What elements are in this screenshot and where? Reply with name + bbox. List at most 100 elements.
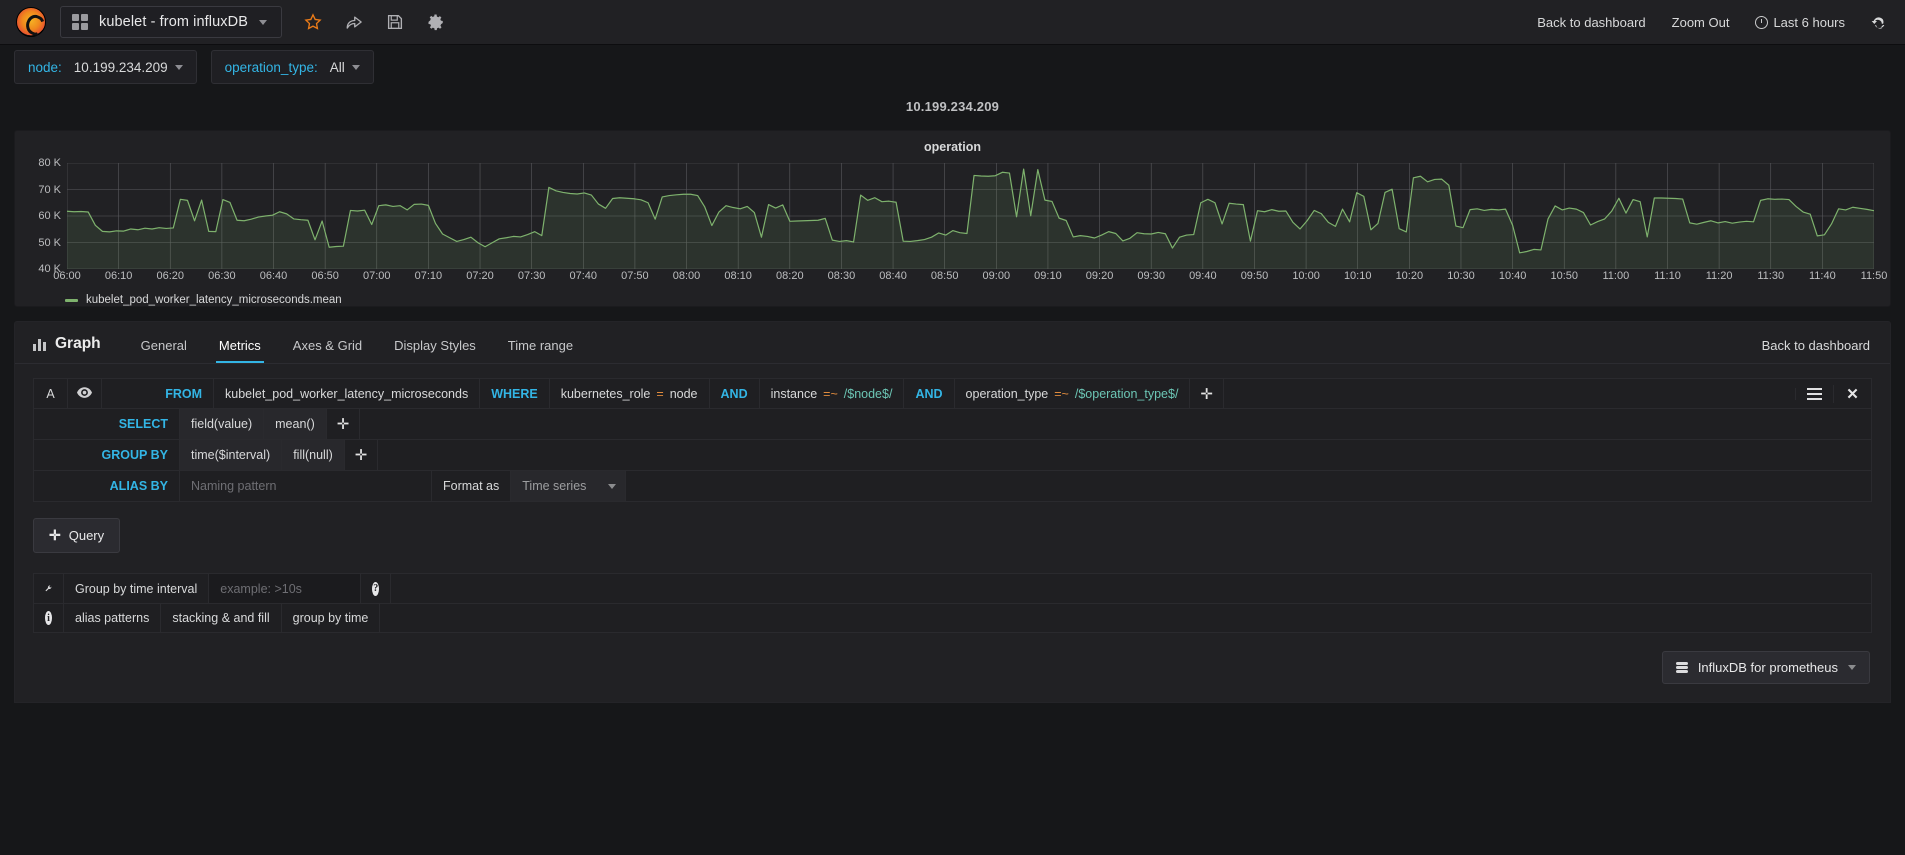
query-format-as-label: Format as xyxy=(432,471,512,501)
x-axis-tick: 07:20 xyxy=(466,270,494,282)
y-axis-tick: 70 K xyxy=(38,183,61,196)
group-by-time-interval-row: Group by time interval example: >10s ? xyxy=(33,573,1872,603)
template-var-node-label: node: xyxy=(28,59,62,75)
group-by-time-interval-help-button[interactable]: ? xyxy=(361,574,392,603)
template-var-node-value[interactable]: 10.199.234.209 xyxy=(74,60,183,75)
x-axis-tick: 06:40 xyxy=(259,270,288,282)
legend-series-label[interactable]: kubelet_pod_worker_latency_microseconds.… xyxy=(86,294,342,306)
time-range-picker[interactable]: Last 6 hours xyxy=(1755,15,1845,30)
x-axis-tick: 08:50 xyxy=(930,270,959,282)
y-axis-tick: 50 K xyxy=(38,236,61,249)
chevron-down-icon xyxy=(608,483,617,489)
editor-panel-type-label: Graph xyxy=(55,335,101,352)
template-var-node[interactable]: node: 10.199.234.209 xyxy=(14,50,197,84)
query-alias-by-row: ALIAS BY Naming pattern Format as Time s… xyxy=(33,471,1872,502)
query-condition-1-value[interactable]: /$node$/ xyxy=(844,387,893,401)
query-group-by-part-fill[interactable]: fill(null) xyxy=(282,440,345,470)
navbar-action-icons xyxy=(304,13,445,31)
query-condition-2[interactable]: operation_type =~ /$operation_type$/ xyxy=(955,379,1191,408)
group-by-time-interval-spacer xyxy=(391,574,1871,603)
x-axis-tick: 11:00 xyxy=(1602,270,1630,282)
editor-panel-type: Graph xyxy=(33,335,125,363)
query-condition-2-prefix[interactable]: AND xyxy=(904,379,955,408)
query-ref-id[interactable]: A xyxy=(34,379,68,408)
refresh-icon[interactable] xyxy=(1871,15,1887,31)
help-link-stacking-and-fill[interactable]: stacking & and fill xyxy=(161,604,282,632)
query-condition-1[interactable]: instance =~ /$node$/ xyxy=(760,379,905,408)
query-condition-2-value[interactable]: /$operation_type$/ xyxy=(1075,387,1179,401)
navbar-right-controls: Back to dashboard Zoom Out Last 6 hours xyxy=(1537,0,1887,45)
query-condition-0-value[interactable]: node xyxy=(670,387,698,401)
query-format-as-select[interactable]: Time series xyxy=(511,471,627,501)
close-icon: ✕ xyxy=(1846,385,1859,403)
share-icon[interactable] xyxy=(345,13,363,31)
help-links-spacer xyxy=(380,604,1871,632)
panel-editor: Graph General Metrics Axes & Grid Displa… xyxy=(14,321,1891,703)
x-axis-tick: 06:10 xyxy=(104,270,133,282)
query-menu-button[interactable] xyxy=(1795,387,1833,400)
x-axis-tick: 10:40 xyxy=(1498,270,1527,282)
tab-general[interactable]: General xyxy=(125,339,203,363)
chevron-down-icon xyxy=(174,64,183,70)
query-measurement[interactable]: kubelet_pod_worker_latency_microseconds xyxy=(214,379,481,408)
query-select-row-spacer xyxy=(360,409,1871,439)
help-link-alias-patterns[interactable]: alias patterns xyxy=(64,604,162,632)
template-var-operation-type[interactable]: operation_type: All xyxy=(210,50,374,84)
x-axis-tick: 09:50 xyxy=(1240,270,1269,282)
x-axis-tick: 09:00 xyxy=(982,270,1011,282)
datasource-name: InfluxDB for prometheus xyxy=(1697,660,1838,675)
zoom-out-button[interactable]: Zoom Out xyxy=(1672,15,1730,30)
template-var-operation-type-value[interactable]: All xyxy=(330,60,360,75)
add-query-button[interactable]: ✛ Query xyxy=(33,518,121,553)
query-condition-1-operator[interactable]: =~ xyxy=(817,387,844,401)
add-select-part-button[interactable]: ✛ xyxy=(327,409,361,439)
tab-axes-grid[interactable]: Axes & Grid xyxy=(277,339,378,363)
database-icon xyxy=(1675,662,1688,673)
x-axis-tick: 08:30 xyxy=(827,270,856,282)
x-axis-tick: 08:20 xyxy=(776,270,804,282)
add-group-by-part-button[interactable]: ✛ xyxy=(345,440,379,470)
chart-plot[interactable] xyxy=(67,163,1874,269)
query-remove-button[interactable]: ✕ xyxy=(1833,384,1871,403)
panel-title[interactable]: operation xyxy=(23,137,1882,154)
query-select-part-field[interactable]: field(value) xyxy=(180,409,265,439)
query-select-part-mean[interactable]: mean() xyxy=(264,409,327,439)
x-axis-tick: 09:20 xyxy=(1085,270,1114,282)
grafana-logo-icon[interactable] xyxy=(16,7,46,37)
back-to-dashboard-link[interactable]: Back to dashboard xyxy=(1537,15,1645,30)
plus-icon: ✛ xyxy=(49,527,61,543)
x-axis-tick: 07:40 xyxy=(569,270,598,282)
group-by-time-interval-input[interactable]: example: >10s xyxy=(209,574,362,603)
wrench-icon xyxy=(34,574,64,603)
group-by-time-interval-label: Group by time interval xyxy=(64,574,210,603)
dashboard-picker[interactable]: kubelet - from influxDB xyxy=(60,6,282,38)
star-icon[interactable] xyxy=(304,13,322,31)
query-group-by-row: GROUP BY time($interval) fill(null) ✛ xyxy=(33,440,1872,471)
query-builder: A FROM kubelet_pod_worker_latency_micros… xyxy=(15,364,1890,502)
gear-icon[interactable] xyxy=(427,13,445,31)
query-condition-2-operator[interactable]: =~ xyxy=(1048,387,1075,401)
query-group-by-part-time[interactable]: time($interval) xyxy=(180,440,283,470)
tab-metrics[interactable]: Metrics xyxy=(203,339,277,363)
template-variables-bar: node: 10.199.234.209 operation_type: All xyxy=(0,45,1905,89)
tab-time-range[interactable]: Time range xyxy=(492,339,589,363)
add-where-condition-button[interactable]: ✛ xyxy=(1190,379,1224,408)
chart-legend: kubelet_pod_worker_latency_microseconds.… xyxy=(23,285,1882,306)
query-alias-by-input-wrap[interactable]: Naming pattern xyxy=(180,471,432,501)
help-link-group-by-time[interactable]: group by time xyxy=(282,604,381,632)
tab-display-styles[interactable]: Display Styles xyxy=(378,339,492,363)
x-axis-tick: 11:10 xyxy=(1654,270,1681,282)
datasource-picker[interactable]: InfluxDB for prometheus xyxy=(1661,651,1870,684)
query-toggle-visibility[interactable] xyxy=(68,379,102,408)
editor-back-to-dashboard-link[interactable]: Back to dashboard xyxy=(1762,338,1870,353)
add-query-button-label: Query xyxy=(68,528,105,543)
query-condition-0[interactable]: kubernetes_role = node xyxy=(550,379,710,408)
bar-chart-icon xyxy=(33,337,46,351)
query-condition-1-prefix[interactable]: AND xyxy=(710,379,760,408)
group-by-time-interval-placeholder: example: >10s xyxy=(220,581,302,596)
query-condition-0-operator[interactable]: = xyxy=(650,387,669,401)
save-icon[interactable] xyxy=(386,13,404,31)
dashboard-row-title[interactable]: 10.199.234.209 xyxy=(0,89,1905,118)
x-axis-tick: 07:50 xyxy=(621,270,649,282)
x-axis-tick: 10:10 xyxy=(1343,270,1372,282)
